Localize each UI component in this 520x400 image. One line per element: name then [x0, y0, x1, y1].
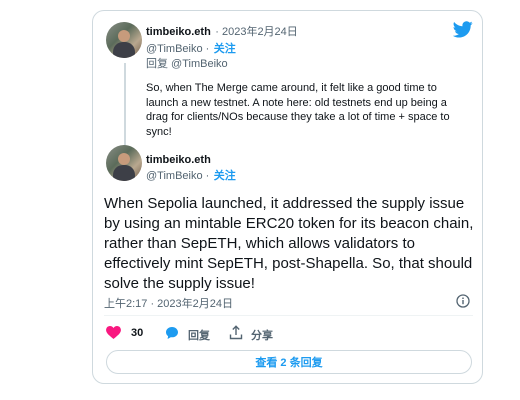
- author-name[interactable]: timbeiko.eth: [146, 154, 211, 166]
- view-more-replies-label: 查看 2 条回复: [255, 357, 323, 369]
- tweet-date[interactable]: · 2023年2月24日: [215, 26, 298, 38]
- follow-button[interactable]: 关注: [214, 43, 236, 55]
- twitter-bird-icon[interactable]: [453, 21, 473, 38]
- avatar[interactable]: [106, 22, 142, 58]
- tweet-card: timbeiko.eth · 2023年2月24日 @TimBeiko · 关注…: [92, 10, 483, 384]
- like-button[interactable]: [106, 326, 121, 339]
- info-icon[interactable]: [456, 294, 470, 308]
- author-name[interactable]: timbeiko.eth: [146, 26, 211, 38]
- reply-label[interactable]: 回复: [188, 327, 210, 343]
- author-handle[interactable]: @TimBeiko ·: [146, 43, 209, 55]
- tweet-timestamp[interactable]: 上午2:17 · 2023年2月24日: [104, 295, 233, 311]
- author-handle[interactable]: @TimBeiko ·: [146, 170, 209, 182]
- thread-connector: [124, 63, 126, 145]
- like-count: 30: [131, 327, 144, 339]
- share-icon[interactable]: [229, 325, 243, 340]
- divider: [104, 315, 473, 316]
- reply-to-label: 回复 @TimBeiko: [146, 58, 228, 70]
- main-tweet-text: When Sepolia launched, it addressed the …: [104, 195, 474, 292]
- avatar[interactable]: [106, 145, 142, 181]
- reply-bubble-icon[interactable]: [165, 326, 179, 340]
- follow-button[interactable]: 关注: [214, 170, 236, 182]
- view-more-replies-button[interactable]: 查看 2 条回复: [106, 350, 472, 374]
- main-handle-row: @TimBeiko · 关注: [146, 166, 236, 184]
- quoted-tweet-text: So, when The Merge came around, it felt …: [146, 82, 450, 138]
- share-label[interactable]: 分享: [251, 327, 273, 343]
- quoted-author-row: timbeiko.eth · 2023年2月24日: [146, 22, 298, 40]
